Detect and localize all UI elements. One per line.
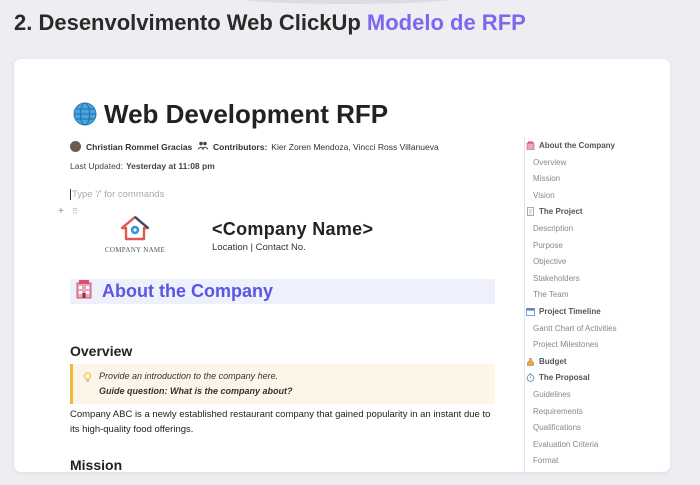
lightbulb-icon [83, 370, 92, 388]
drag-handle-icon[interactable]: ⠿ [72, 207, 78, 216]
contributors-label: Contributors: [213, 141, 268, 152]
toc-section[interactable]: The Proposal [526, 373, 590, 382]
avatar [70, 141, 81, 152]
section-heading-bar: About the Company [70, 279, 495, 304]
contributors-row[interactable]: Contributors: Kier Zoren Mendoza, Vincci… [197, 141, 439, 152]
section-title: About the Company [102, 281, 273, 301]
toc-item[interactable]: Evaluation Criteria [533, 440, 598, 449]
stopwatch-icon [526, 373, 535, 383]
author-name: Christian Rommel Gracias [86, 141, 193, 152]
toc-section[interactable]: Budget [526, 357, 567, 366]
document-icon [526, 207, 535, 217]
calendar-icon [526, 307, 535, 316]
toc-item[interactable]: Requirements [533, 407, 583, 416]
toc-section-label: The Project [539, 207, 583, 217]
globe-icon [72, 101, 98, 134]
toc-section-label: Budget [539, 356, 567, 366]
toc-item[interactable]: Format [533, 456, 558, 465]
overview-heading: Overview [70, 343, 133, 359]
toc-item[interactable]: Gantt Chart of Activities [533, 324, 617, 333]
updated-label: Last Updated: [70, 161, 123, 171]
money-bag-icon [526, 357, 535, 366]
mission-heading: Mission [70, 457, 123, 472]
toc-rail [524, 137, 525, 472]
toc-item[interactable]: Mission [533, 174, 560, 183]
contributors-icon [197, 141, 209, 152]
toc-section-label: About the Company [539, 141, 615, 150]
company-location-contact: Location | Contact No. [212, 242, 306, 253]
logo-text: COMPANY NAME [104, 246, 166, 254]
top-shadow [232, 0, 462, 4]
updated-value: Yesterday at 11:08 pm [125, 161, 215, 171]
toc-item[interactable]: Qualifications [533, 423, 581, 432]
callout-line-2: Guide question: What is the company abou… [99, 386, 293, 396]
command-input[interactable]: Type '/' for commands [70, 189, 164, 200]
toc-section[interactable]: About the Company [526, 141, 615, 151]
add-block-icon[interactable]: + [58, 206, 64, 217]
toc-item[interactable]: Overview [533, 158, 566, 167]
doc-title-row: Web Development RFP [72, 99, 388, 134]
toc-section-label: Project Timeline [539, 307, 601, 316]
toc-item[interactable]: The Team [533, 290, 568, 299]
toc-section[interactable]: The Project [526, 207, 583, 216]
toc-item[interactable]: Description [533, 224, 573, 233]
callout-line-1: Provide an introduction to the company h… [99, 371, 279, 381]
toc-item[interactable]: Project Milestones [533, 340, 598, 349]
author-row[interactable]: Christian Rommel Gracias [70, 141, 196, 152]
toc-section-label: The Proposal [539, 373, 590, 383]
last-updated: Last Updated: Yesterday at 11:08 pm [70, 161, 215, 171]
heading-accent: Modelo de RFP [366, 10, 526, 35]
guide-callout: Provide an introduction to the company h… [70, 364, 495, 404]
heading-main: 2. Desenvolvimento Web ClickUp [14, 10, 367, 35]
toc-item[interactable]: Vision [533, 191, 555, 200]
house-logo-icon [120, 215, 150, 241]
document-card: Web Development RFP Christian Rommel Gra… [14, 59, 670, 472]
hotel-icon [74, 279, 94, 304]
hotel-icon [526, 141, 535, 151]
company-logo: COMPANY NAME [102, 215, 168, 254]
company-name: <Company Name> [212, 219, 374, 239]
toc-section[interactable]: Project Timeline [526, 307, 601, 316]
toc-item[interactable]: Purpose [533, 241, 563, 250]
toc-item[interactable]: Objective [533, 257, 566, 266]
toc-item[interactable]: Stakeholders [533, 274, 580, 283]
page-heading: 2. Desenvolvimento Web ClickUp Modelo de… [14, 10, 526, 36]
contributors-names: Kier Zoren Mendoza, Vincci Ross Villanue… [271, 141, 439, 152]
overview-body: Company ABC is a newly established resta… [70, 409, 491, 435]
toc-item[interactable]: Guidelines [533, 390, 571, 399]
doc-title: Web Development RFP [104, 99, 389, 129]
